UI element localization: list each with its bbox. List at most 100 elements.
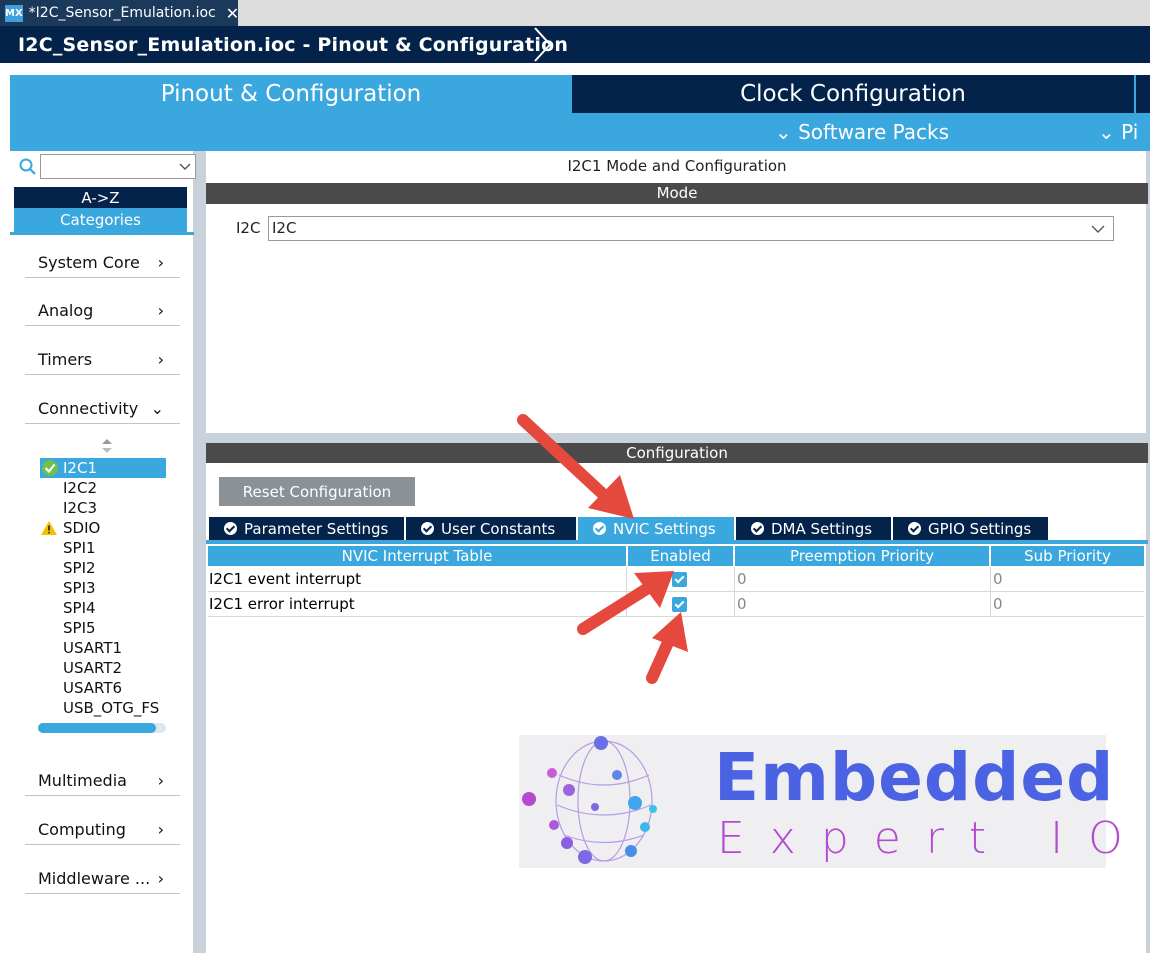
check-circle-icon [42,460,58,476]
column-header-enabled[interactable]: Enabled [628,546,733,566]
breadcrumb-text[interactable]: I2C_Sensor_Emulation.ioc - Pinout & Conf… [18,34,568,56]
breadcrumb: I2C_Sensor_Emulation.ioc - Pinout & Conf… [0,26,1150,63]
file-tab[interactable]: MX *I2C_Sensor_Emulation.ioc ✕ [0,0,239,26]
chevron-down-icon[interactable] [178,157,192,175]
search-icon[interactable] [18,157,38,177]
i2c-mode-select[interactable]: I2C [268,216,1114,241]
peripheral-label: SDIO [63,519,101,537]
peripheral-label: USB_OTG_FS [63,699,160,717]
sub-priority[interactable]: 0 [993,592,1003,616]
tab-clock-configuration[interactable]: Clock Configuration [574,75,1132,113]
preemption-priority[interactable]: 0 [737,592,747,616]
peripheral-label: I2C2 [63,479,97,497]
peripheral-label: USART1 [63,639,123,657]
chevron-right-icon: › [157,350,164,369]
section-splitter[interactable] [206,433,1148,443]
reset-configuration-button[interactable]: Reset Configuration [219,477,415,506]
peripheral-label: SPI1 [63,539,96,557]
category-label: Middleware ... [38,869,151,888]
categories-underline [10,232,194,235]
close-icon[interactable]: ✕ [226,4,239,23]
peripheral-item-usb-otg-fs[interactable]: USB_OTG_FS [40,698,166,718]
search-input[interactable] [40,154,196,179]
peripheral-item-i2c3[interactable]: I2C3 [40,498,166,518]
peripheral-item-i2c1[interactable]: I2C1 [40,458,166,478]
file-tab-title: *I2C_Sensor_Emulation.ioc [28,5,216,21]
peripheral-item-usart1[interactable]: USART1 [40,638,166,658]
tab-underline [206,540,1148,544]
i2c-mode-label: I2C [236,219,261,237]
column-divider [734,592,735,616]
embedded-expert-io-logo: Embedded Expert IO [519,735,1123,868]
tab-user-constants[interactable]: User Constants [406,517,576,540]
column-divider [990,567,991,591]
category-timers[interactable]: Timers › [25,347,180,375]
i2c-mode-value: I2C [272,219,297,237]
category-connectivity[interactable]: Connectivity ⌄ [25,396,180,424]
category-system-core[interactable]: System Core › [25,250,180,278]
peripheral-item-sdio[interactable]: SDIO [40,518,166,538]
chevron-down-icon[interactable] [1090,218,1106,238]
enabled-checkbox[interactable] [672,572,687,587]
categories-button[interactable]: Categories [14,208,187,232]
chevron-right-icon: › [157,253,164,272]
mode-section-header: Mode [206,183,1148,204]
sort-az-button[interactable]: A->Z [14,187,187,208]
breadcrumb-chevron-icon [534,27,552,62]
column-header-interrupt[interactable]: NVIC Interrupt Table [208,546,626,566]
peripheral-list-scrollbar[interactable] [38,723,166,733]
peripheral-item-spi4[interactable]: SPI4 [40,598,166,618]
interrupt-name: I2C1 error interrupt [209,595,355,613]
check-circle-icon [908,522,921,535]
peripheral-item-i2c2[interactable]: I2C2 [40,478,166,498]
panel-divider[interactable] [193,151,206,953]
peripheral-item-spi1[interactable]: SPI1 [40,538,166,558]
column-divider [626,592,627,616]
tab-gpio-settings[interactable]: GPIO Settings [893,517,1048,540]
table-row[interactable]: I2C1 error interrupt 0 0 [208,592,1144,617]
peripheral-label: SPI5 [63,619,96,637]
tab-label: DMA Settings [771,519,873,538]
peripheral-label: SPI4 [63,599,96,617]
category-computing[interactable]: Computing › [25,817,180,845]
peripheral-item-spi2[interactable]: SPI2 [40,558,166,578]
logo-text-expert-io: Expert IO [717,813,1148,864]
stm32cubemx-icon: MX [5,4,23,22]
scrollbar-thumb[interactable] [38,723,156,733]
category-analog[interactable]: Analog › [25,298,180,326]
list-scroll-icon[interactable] [100,438,114,454]
peripheral-item-usart2[interactable]: USART2 [40,658,166,678]
enabled-checkbox[interactable] [672,597,687,612]
tab-label: GPIO Settings [928,519,1032,538]
peripheral-label: SPI2 [63,559,96,577]
software-packs-menu[interactable]: ⌄ Software Packs [775,120,949,144]
sub-priority[interactable]: 0 [993,567,1003,591]
table-row[interactable]: I2C1 event interrupt 0 0 [208,567,1144,592]
chevron-right-icon: › [157,869,164,888]
chevron-right-icon: › [157,301,164,320]
check-circle-icon [421,522,434,535]
peripheral-label: USART6 [63,679,123,697]
peripheral-label: USART2 [63,659,123,677]
column-header-preemption[interactable]: Preemption Priority [735,546,989,566]
peripheral-item-spi3[interactable]: SPI3 [40,578,166,598]
chevron-right-icon: › [157,771,164,790]
pinout-menu[interactable]: ⌄ Pi [1098,120,1138,144]
category-label: Timers [38,350,93,369]
peripheral-item-usart6[interactable]: USART6 [40,678,166,698]
peripheral-item-spi5[interactable]: SPI5 [40,618,166,638]
tab-parameter-settings[interactable]: Parameter Settings [209,517,404,540]
category-multimedia[interactable]: Multimedia › [25,768,180,796]
sub-toolbar: ⌄ Software Packs ⌄ Pi [10,113,1150,151]
column-header-sub-priority[interactable]: Sub Priority [991,546,1144,566]
tab-pinout-configuration[interactable]: Pinout & Configuration [10,75,572,113]
chevron-down-icon: ⌄ [150,399,164,418]
tab-dma-settings[interactable]: DMA Settings [736,517,891,540]
category-middleware[interactable]: Middleware ... › [25,866,180,894]
tab-nvic-settings[interactable]: NVIC Settings [578,517,734,540]
category-label: Computing [38,820,126,839]
peripheral-label: SPI3 [63,579,96,597]
preemption-priority[interactable]: 0 [737,567,747,591]
mode-configuration-title: I2C1 Mode and Configuration [567,157,787,175]
tab-overflow[interactable] [1134,75,1150,113]
